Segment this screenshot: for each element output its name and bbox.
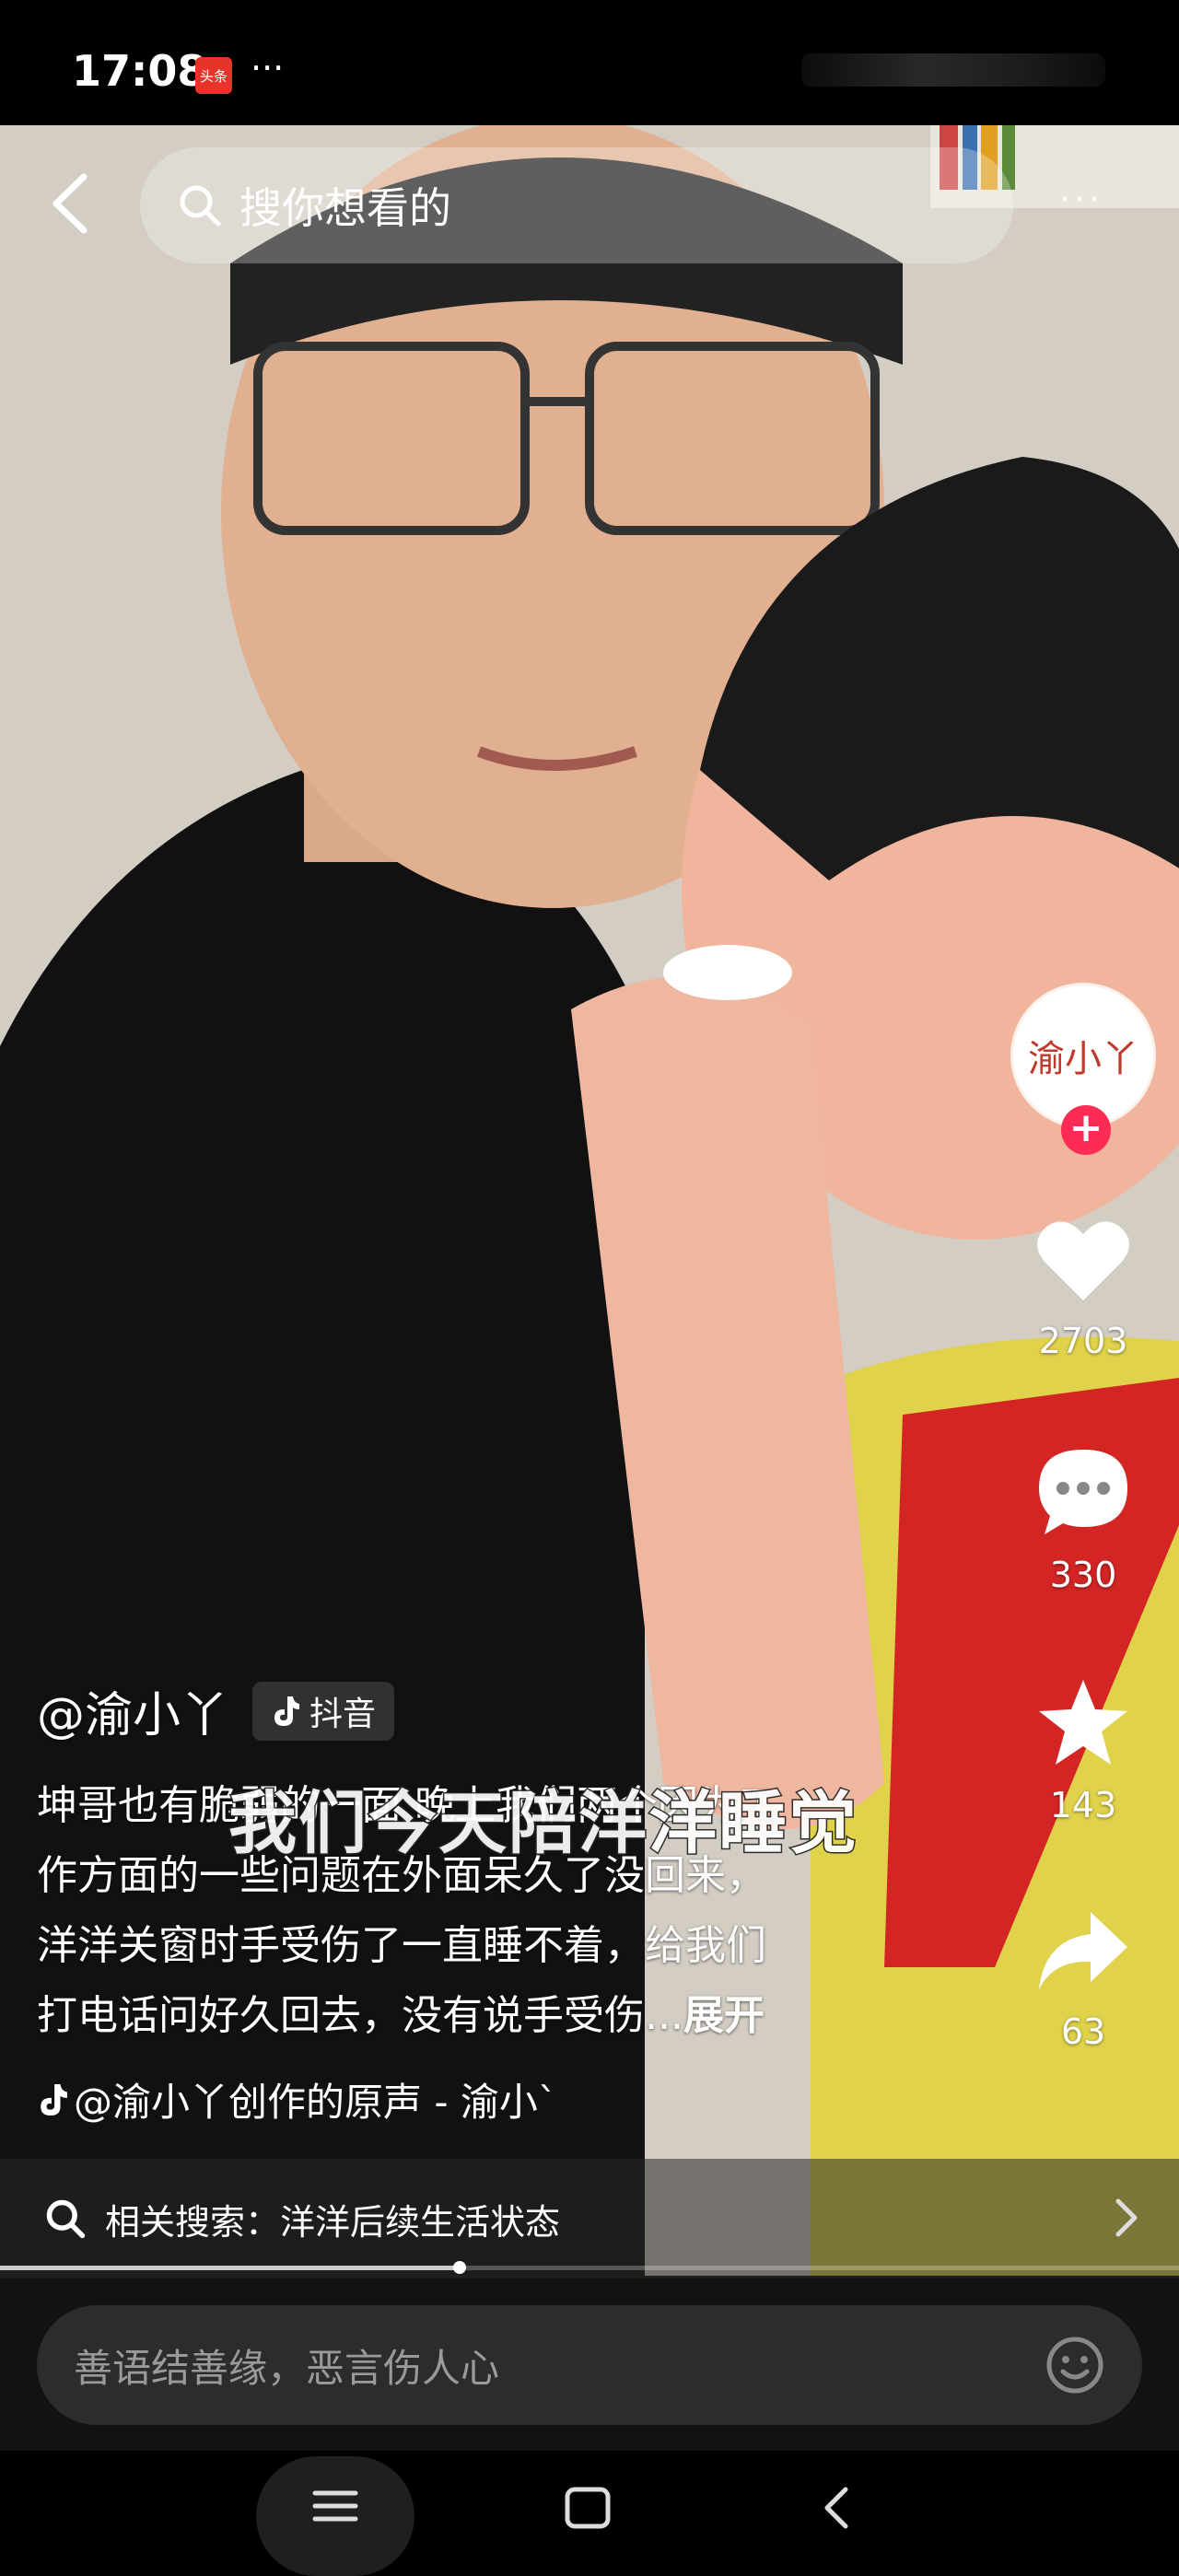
comment-area: 善语结善缘，恶言伤人心 <box>0 2276 1179 2451</box>
comment-placeholder: 善语结善缘，恶言伤人心 <box>74 2345 500 2391</box>
comment-input[interactable]: 善语结善缘，恶言伤人心 <box>37 2305 1142 2425</box>
search-bar[interactable]: 搜你想看的 <box>140 147 1013 263</box>
heart-icon <box>1037 1221 1129 1300</box>
favorite-button[interactable]: 143 <box>1013 1676 1153 1825</box>
platform-label: 抖音 <box>309 1695 377 1733</box>
caption-line: 打电话问好久回去，没有说手受伤...展开 <box>37 1981 958 2051</box>
star-icon <box>1039 1680 1127 1765</box>
system-nav-bar <box>0 2451 1179 2576</box>
toutiao-app-icon: 头条 <box>195 57 232 94</box>
follow-button[interactable]: + <box>1061 1105 1111 1155</box>
favorite-count: 143 <box>1049 1785 1117 1825</box>
more-options-icon[interactable]: ··· <box>1059 179 1103 221</box>
search-placeholder: 搜你想看的 <box>239 183 451 233</box>
related-search-label: 相关搜索：洋洋后续生活状态 <box>105 2201 561 2243</box>
status-indicators <box>801 53 1105 87</box>
menu-icon[interactable] <box>311 2486 359 2526</box>
tiktok-icon <box>274 1696 300 1726</box>
back-icon[interactable] <box>820 2486 853 2530</box>
comment-icon <box>1039 1450 1127 1534</box>
music-title: @渝小丫创作的原声 - 渝小` <box>74 2080 557 2125</box>
platform-tag[interactable]: 抖音 <box>252 1681 395 1741</box>
comment-count: 330 <box>1049 1555 1117 1595</box>
caption-line: 洋洋关窗时手受伤了一直睡不着，给我们 <box>37 1922 766 1969</box>
music-note-icon <box>41 2083 67 2116</box>
music-row[interactable]: @渝小丫创作的原声 - 渝小` <box>37 2071 958 2127</box>
share-button[interactable]: 63 <box>1013 1906 1153 2052</box>
status-time: 17:08 <box>72 46 207 96</box>
search-icon <box>46 2199 86 2239</box>
home-icon[interactable] <box>564 2486 612 2530</box>
comment-button[interactable]: 330 <box>1013 1446 1153 1595</box>
caption-block: @渝小丫 抖音 坤哥也有脆弱的一面 晚上我们两个因为工 作方面的一些问题在外面呆… <box>37 1676 958 2127</box>
emoji-icon[interactable] <box>1045 2335 1105 2395</box>
share-count: 63 <box>1060 2011 1106 2052</box>
related-search-bar[interactable]: 相关搜索：洋洋后续生活状态 <box>0 2159 1179 2279</box>
status-more-icon: ··· <box>251 48 285 88</box>
share-arrow-icon <box>1039 1912 1127 1989</box>
caption-line-text: 打电话问好久回去，没有说手受伤... <box>37 1992 683 2039</box>
video-progress-bar[interactable] <box>0 2261 1179 2274</box>
like-count: 2703 <box>1038 1321 1128 1361</box>
top-bar: 搜你想看的 ··· <box>0 125 1179 282</box>
like-button[interactable]: 2703 <box>1013 1216 1153 1361</box>
chevron-right-icon <box>1115 2198 1138 2237</box>
video-subtitle: 我们今天陪洋洋睡觉 <box>228 1783 858 1865</box>
author-name[interactable]: @渝小丫 <box>37 1676 228 1745</box>
search-icon <box>180 185 221 227</box>
status-bar: 17:08 头条 ··· <box>0 0 1179 125</box>
progress-fill <box>0 2266 461 2270</box>
expand-button[interactable]: 展开 <box>683 1992 765 2039</box>
back-button[interactable] <box>37 162 101 245</box>
back-arrow-icon <box>53 173 88 234</box>
